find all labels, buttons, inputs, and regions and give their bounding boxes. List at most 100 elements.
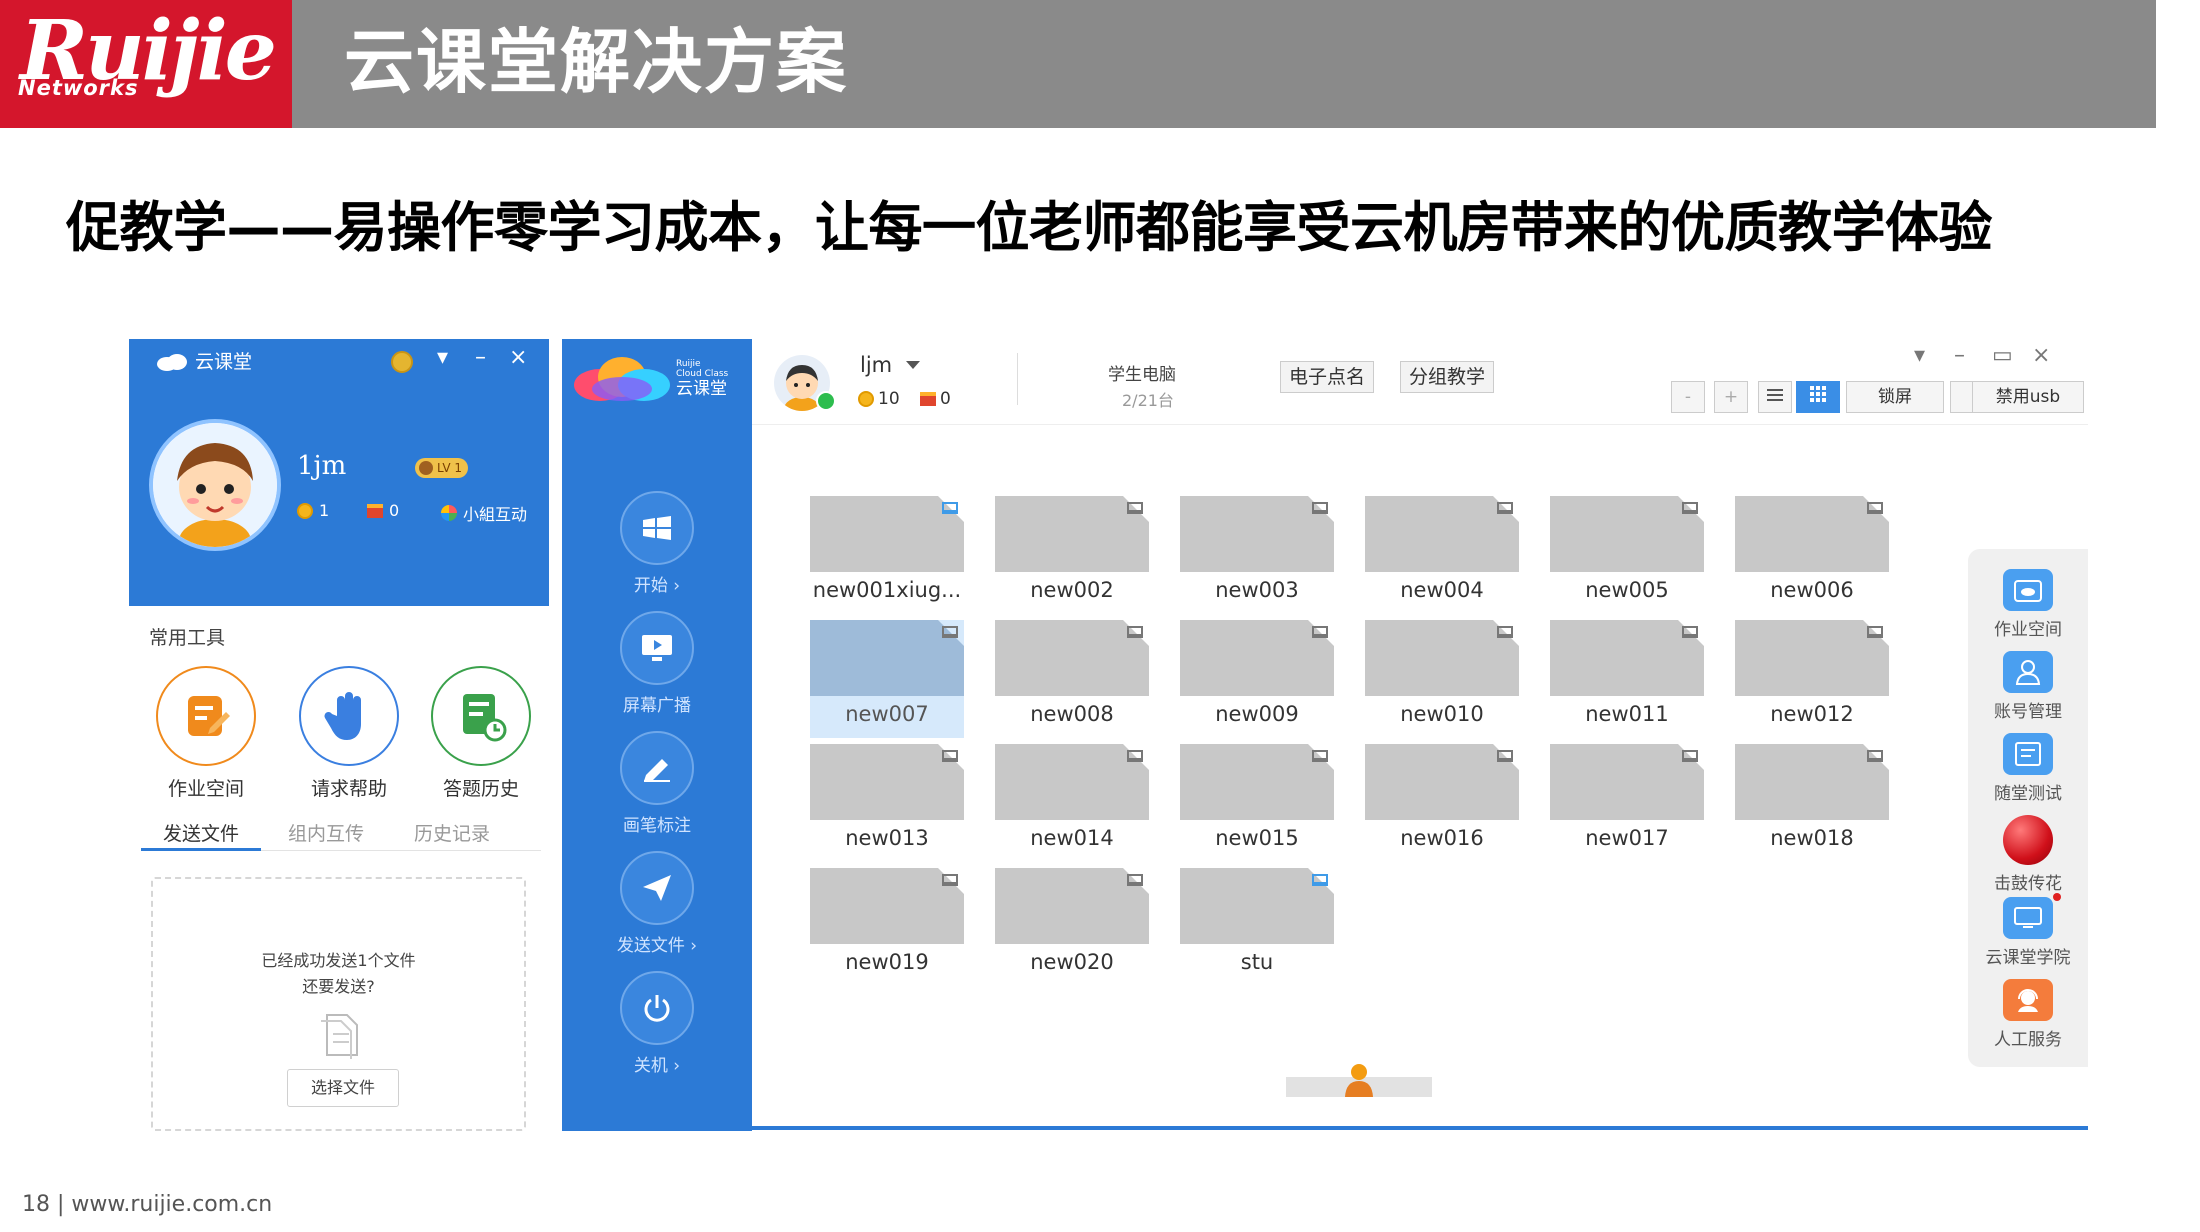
student-pc-tile[interactable]: stu xyxy=(1180,868,1334,986)
zoom-out-button[interactable]: - xyxy=(1671,381,1705,413)
student-pc-tile[interactable]: new017 xyxy=(1550,744,1704,862)
rail-human-service[interactable]: 人工服务 xyxy=(1968,979,2088,1050)
coin-count: 1 xyxy=(319,501,330,520)
monitor-icon xyxy=(1682,502,1698,514)
gift-icon xyxy=(367,503,383,518)
pc-name: new020 xyxy=(1030,950,1114,974)
zoom-in-button[interactable]: + xyxy=(1714,381,1748,413)
dropdown-icon[interactable]: ▾ xyxy=(437,345,448,370)
teacher-coin-stat: 10 xyxy=(858,389,900,409)
student-pc-tile[interactable]: new012 xyxy=(1735,620,1889,738)
nav-screen-broadcast[interactable]: 屏幕广播 xyxy=(562,611,752,716)
rail-cloudclass-academy[interactable]: 云课堂学院 xyxy=(1968,893,2088,968)
tool-label: 作业空间 xyxy=(167,778,244,800)
student-pc-tile[interactable]: new004 xyxy=(1365,496,1519,614)
teacher-gift-stat: 0 xyxy=(920,389,951,409)
student-pc-tile[interactable]: new001xiug... xyxy=(810,496,964,614)
student-pc-tile[interactable]: new016 xyxy=(1365,744,1519,862)
teacher-person-icon xyxy=(1345,1064,1373,1097)
gift-icon xyxy=(920,392,936,406)
monitor-icon xyxy=(942,502,958,514)
student-pc-tile[interactable]: new015 xyxy=(1180,744,1334,862)
student-pc-tile[interactable]: new018 xyxy=(1735,744,1889,862)
rail-class-quiz[interactable]: 随堂测试 xyxy=(1968,733,2088,804)
nav-shutdown[interactable]: 关机 › xyxy=(562,971,752,1076)
lock-screen-button[interactable]: 锁屏 xyxy=(1846,381,1944,413)
ban-usb-button[interactable]: 禁用usb xyxy=(1972,381,2084,413)
monitor-icon xyxy=(1682,626,1698,638)
avatar[interactable] xyxy=(149,419,281,551)
tab-send-file[interactable]: 发送文件 xyxy=(141,819,261,851)
nav-start[interactable]: 开始 › xyxy=(562,491,752,596)
close-icon[interactable]: × xyxy=(2032,343,2050,368)
choose-file-button[interactable]: 选择文件 xyxy=(287,1069,399,1107)
list-view-button[interactable] xyxy=(1758,381,1792,413)
brand-line2: Cloud Class xyxy=(676,369,729,379)
group-teaching-button[interactable]: 分组教学 xyxy=(1400,361,1495,393)
brand-name: 云课堂 xyxy=(676,379,727,399)
monitor-icon xyxy=(1312,750,1328,762)
monitor-icon xyxy=(1312,502,1328,514)
power-icon xyxy=(644,995,670,1022)
rail-label: 随堂测试 xyxy=(1994,784,2062,804)
student-pc-tile[interactable]: new020 xyxy=(995,868,1149,986)
group-interact-button[interactable]: 小組互动 xyxy=(441,501,527,525)
tool-label: 请求帮助 xyxy=(310,778,387,800)
monitor-icon xyxy=(1127,750,1143,762)
grid-view-button[interactable] xyxy=(1796,381,1840,413)
support-agent-icon xyxy=(2018,989,2038,1012)
student-pc-tile[interactable]: new011 xyxy=(1550,620,1704,738)
student-pc-tile[interactable]: new002 xyxy=(995,496,1149,614)
student-pc-tile[interactable]: new014 xyxy=(995,744,1149,862)
rail-homework-space[interactable]: 作业空间 xyxy=(1968,569,2088,640)
file-drop-zone[interactable]: 已经成功发送1个文件 还要发送? 选择文件 xyxy=(151,877,526,1131)
tab-group-transfer[interactable]: 组内互传 xyxy=(271,819,381,851)
gift-count: 0 xyxy=(389,501,400,520)
rail-label: 作业空间 xyxy=(1994,620,2062,640)
folder-cloud-icon xyxy=(2014,580,2042,602)
tool-homework[interactable]: 作业空间 xyxy=(141,666,271,801)
student-client-window: 云课堂 ▾ – × 1jm LV 1 1 0 小組互动 常用工具 作业空间 请求… xyxy=(129,339,549,1132)
student-pc-tile[interactable]: new013 xyxy=(810,744,964,862)
rail-label: 账号管理 xyxy=(1994,702,2062,722)
monitor-icon xyxy=(1497,502,1513,514)
rail-drum-pass[interactable]: 击鼓传花 xyxy=(1968,815,2088,894)
slide-headline: 促教学——易操作零学习成本，让每一位老师都能享受云机房带来的优质教学体验 xyxy=(66,196,1993,259)
pc-name: new006 xyxy=(1770,578,1854,602)
student-pc-tile[interactable]: new009 xyxy=(1180,620,1334,738)
student-pc-tile[interactable]: new006 xyxy=(1735,496,1889,614)
minimize-icon[interactable]: – xyxy=(1954,343,1965,368)
tool-request-help[interactable]: 请求帮助 xyxy=(284,666,414,801)
rail-account-manage[interactable]: 账号管理 xyxy=(1968,651,2088,722)
windows-icon xyxy=(643,516,671,540)
pc-name: new007 xyxy=(845,702,929,726)
file-tabs: 发送文件 组内互传 历史记录 xyxy=(141,819,541,851)
pc-name: new015 xyxy=(1215,826,1299,850)
nav-label: 关机 › xyxy=(633,1056,681,1076)
tab-history[interactable]: 历史记录 xyxy=(397,819,507,851)
monitor-icon xyxy=(1312,626,1328,638)
monitor-icon xyxy=(942,626,958,638)
tool-answer-history[interactable]: 答题历史 xyxy=(416,666,546,801)
nav-pen-annotate[interactable]: 画笔标注 xyxy=(562,731,752,836)
student-pc-tile[interactable]: new003 xyxy=(1180,496,1334,614)
pc-name: new019 xyxy=(845,950,929,974)
broadcast-icon xyxy=(642,635,672,661)
maximize-icon[interactable]: ▭ xyxy=(1992,343,2013,368)
student-pc-count: 2/21台 xyxy=(1122,391,1174,410)
chevron-down-icon[interactable]: ▾ xyxy=(1914,343,1925,368)
student-pc-tile[interactable]: new019 xyxy=(810,868,964,986)
pc-name: new016 xyxy=(1400,826,1484,850)
chevron-down-icon[interactable] xyxy=(906,361,920,369)
rollcall-button[interactable]: 电子点名 xyxy=(1280,361,1375,393)
close-icon[interactable]: × xyxy=(509,345,527,370)
student-pc-tile[interactable]: new007 xyxy=(810,620,964,738)
monitor-icon xyxy=(1497,626,1513,638)
medal-icon[interactable] xyxy=(391,351,413,373)
student-pc-tile[interactable]: new010 xyxy=(1365,620,1519,738)
page-title: 云课堂解决方案 xyxy=(344,21,848,103)
nav-send-file[interactable]: 发送文件 › xyxy=(562,851,752,956)
student-pc-tile[interactable]: new005 xyxy=(1550,496,1704,614)
student-pc-tile[interactable]: new008 xyxy=(995,620,1149,738)
minimize-icon[interactable]: – xyxy=(475,345,486,370)
